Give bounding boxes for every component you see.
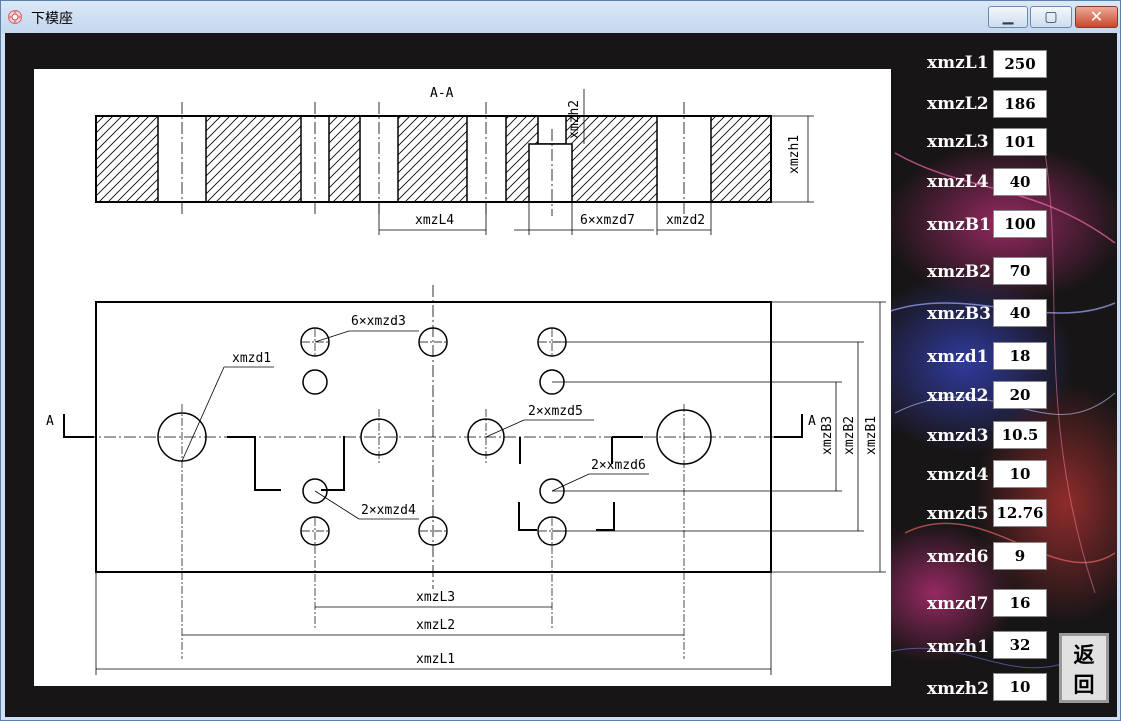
param-label-B2: xmzB2 (927, 262, 991, 282)
plan-dimensions (95, 301, 886, 675)
section-title: A-A (430, 86, 454, 101)
maximize-icon: ▢ (1044, 9, 1058, 25)
param-input-L4[interactable] (993, 168, 1047, 196)
dim-d7: 6×xmzd7 (580, 213, 635, 228)
param-input-d5[interactable] (993, 499, 1047, 527)
param-input-L2[interactable] (993, 90, 1047, 118)
param-label-d6: xmzd6 (927, 547, 989, 567)
dim-L1: xmzL1 (416, 652, 455, 667)
title-bar[interactable]: 下模座 ▁ ▢ ✕ (1, 1, 1120, 33)
dim-d2: xmzd2 (666, 213, 705, 228)
param-label-L2: xmzL2 (927, 94, 989, 114)
dim-L4: xmzL4 (415, 213, 454, 228)
maximize-button[interactable]: ▢ (1030, 6, 1072, 28)
dim-d3: 6×xmzd3 (351, 314, 406, 329)
dim-L3: xmzL3 (416, 590, 455, 605)
close-icon: ✕ (1089, 7, 1104, 26)
param-input-d2[interactable] (993, 381, 1047, 409)
close-button[interactable]: ✕ (1075, 6, 1118, 28)
param-input-h1[interactable] (993, 631, 1047, 659)
section-view (95, 102, 772, 216)
app-icon (8, 10, 22, 24)
client-area: A-A xmzh1 xmzh2 xmzL4 6×xmzd7 xmzd2 xmzd… (5, 33, 1117, 717)
back-button-label: 返回 (1073, 643, 1095, 697)
param-label-d7: xmzd7 (927, 594, 989, 614)
minimize-icon: ▁ (1002, 9, 1014, 25)
section-marker-right: A (808, 414, 816, 429)
dim-B1: xmzB1 (864, 416, 879, 455)
param-input-L3[interactable] (993, 128, 1047, 156)
param-input-d4[interactable] (993, 460, 1047, 488)
param-input-d6[interactable] (993, 542, 1047, 570)
param-input-B2[interactable] (993, 257, 1047, 285)
param-label-B3: xmzB3 (927, 304, 991, 324)
param-input-B1[interactable] (993, 210, 1047, 238)
param-label-h1: xmzh1 (927, 637, 989, 657)
dim-h2: xmzh2 (567, 100, 582, 139)
section-marker-left: A (46, 414, 54, 429)
param-label-d1: xmzd1 (927, 347, 989, 367)
param-label-d2: xmzd2 (927, 386, 989, 406)
dim-d6: 2×xmzd6 (591, 458, 646, 473)
dim-d5: 2×xmzd5 (528, 404, 583, 419)
param-input-B3[interactable] (993, 299, 1047, 327)
param-input-L1[interactable] (993, 50, 1047, 78)
param-label-d5: xmzd5 (927, 504, 989, 524)
dim-L2: xmzL2 (416, 618, 455, 633)
param-label-L4: xmzL4 (927, 172, 989, 192)
param-input-h2[interactable] (993, 673, 1047, 701)
param-input-d1[interactable] (993, 342, 1047, 370)
param-label-L3: xmzL3 (927, 132, 989, 152)
param-label-d4: xmzd4 (927, 465, 989, 485)
window-title: 下模座 (31, 11, 73, 27)
dim-d4: 2×xmzd4 (361, 503, 416, 518)
param-input-d7[interactable] (993, 589, 1047, 617)
dim-B2: xmzB2 (842, 416, 857, 455)
param-label-h2: xmzh2 (927, 679, 989, 699)
minimize-button[interactable]: ▁ (988, 6, 1028, 28)
dim-d1: xmzd1 (232, 351, 271, 366)
dim-B3: xmzB3 (820, 416, 835, 455)
param-label-d3: xmzd3 (927, 426, 989, 446)
dim-h1: xmzh1 (787, 135, 802, 174)
param-input-d3[interactable] (993, 421, 1047, 449)
back-button[interactable]: 返回 (1059, 633, 1109, 703)
app-window: 下模座 ▁ ▢ ✕ A-A xmzh1 xmzh2 xmzL4 6×xmzd7 … (0, 0, 1121, 721)
technical-drawing: A-A xmzh1 xmzh2 xmzL4 6×xmzd7 xmzd2 xmzd… (34, 69, 891, 686)
param-label-L1: xmzL1 (927, 53, 989, 73)
param-label-B1: xmzB1 (927, 215, 991, 235)
drawing-canvas: A-A xmzh1 xmzh2 xmzL4 6×xmzd7 xmzd2 xmzd… (46, 86, 886, 675)
